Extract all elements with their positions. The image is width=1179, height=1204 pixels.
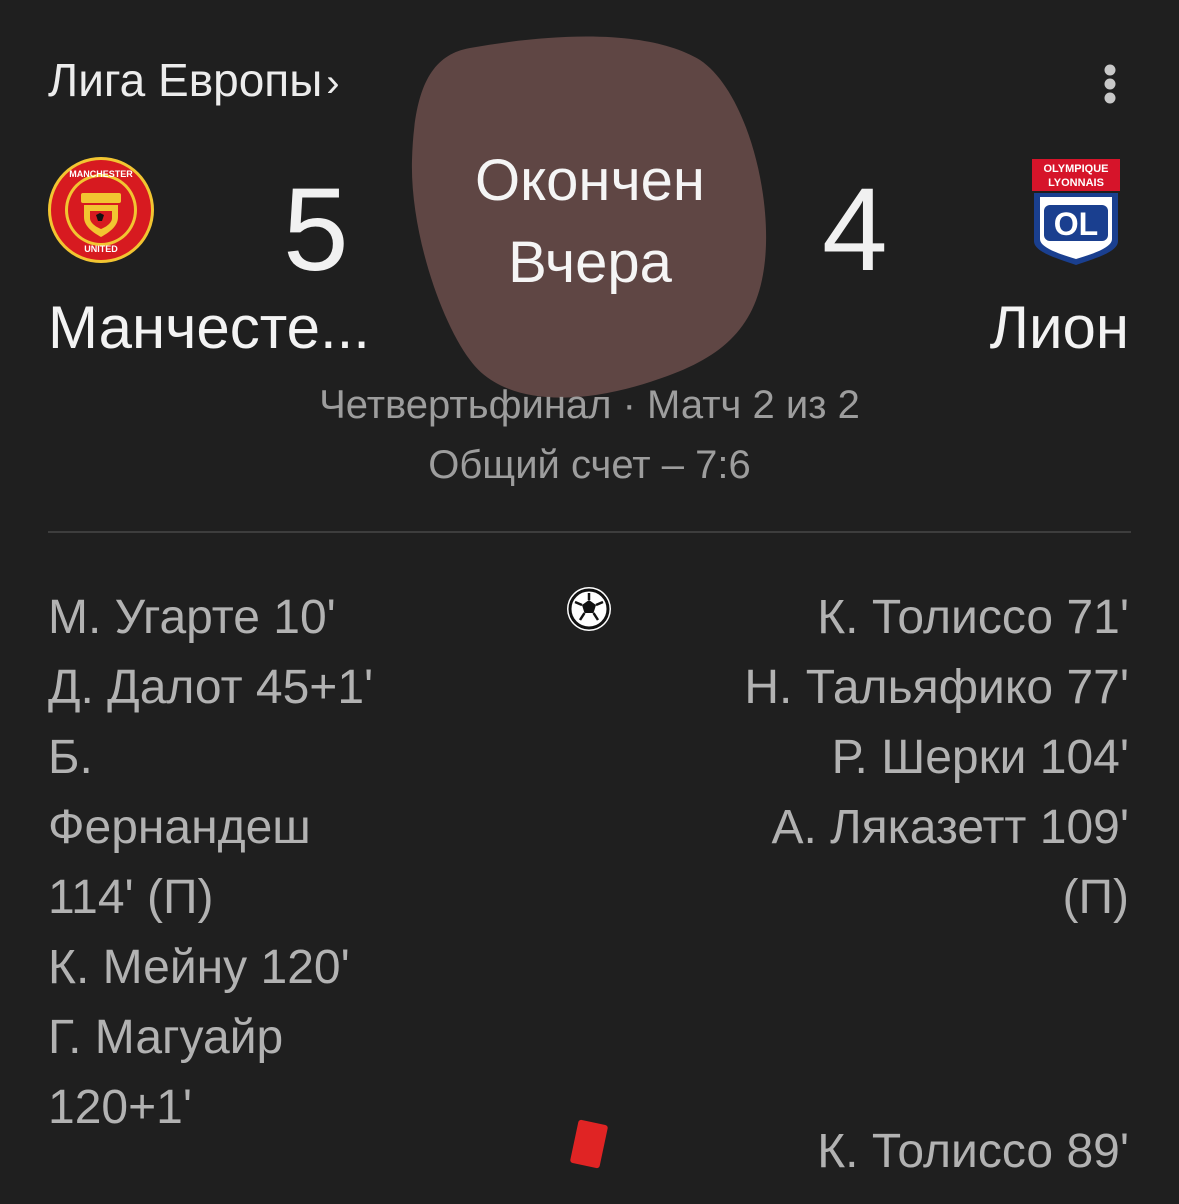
status-label: Окончен xyxy=(475,148,705,213)
crest-home-bottom-text: UNITED xyxy=(84,244,118,254)
league-link[interactable]: Лига Европы › xyxy=(48,50,340,113)
league-name: Лига Европы xyxy=(48,54,323,106)
away-scorer: Н. Тальяфико 77' xyxy=(744,661,1129,714)
home-scorer: Д. Далот 45+1' xyxy=(48,661,374,714)
soccer-ball-icon xyxy=(567,587,611,631)
manchester-united-crest-icon: MANCHESTER UNITED xyxy=(48,157,154,263)
match-status: Окончен Вчера xyxy=(420,140,760,304)
away-scorer: К. Толиссо 71' xyxy=(817,591,1129,644)
chevron-right-icon: › xyxy=(326,61,340,105)
home-team-name[interactable]: Манчесте... xyxy=(48,292,370,364)
match-stage: Четвертьфинал · Матч 2 из 2 xyxy=(319,383,860,427)
olympique-lyonnais-crest-icon: OLYMPIQUE LYONNAIS OL xyxy=(1032,159,1120,265)
away-scorers-list: К. Толиссо 71' Н. Тальяфико 77' Р. Шерки… xyxy=(609,583,1129,933)
home-scorers-list: М. Угарте 10' Д. Далот 45+1' Б. Фернанде… xyxy=(48,583,548,1143)
status-day: Вчера xyxy=(508,230,672,295)
away-scorer: Р. Шерки 104' xyxy=(831,731,1129,784)
red-card-player: К. Толиссо 89' xyxy=(817,1125,1129,1178)
crest-away-top-text: OLYMPIQUE xyxy=(1044,163,1109,175)
crest-away-letters: OL xyxy=(1054,206,1098,242)
red-card-icon xyxy=(570,1119,608,1169)
home-scorer: Б. Фернандеш 114' (П) xyxy=(48,731,311,924)
home-scorer: К. Мейну 120' xyxy=(48,941,350,994)
more-vert-icon[interactable] xyxy=(1088,58,1132,110)
away-score: 4 xyxy=(822,164,888,296)
away-scorer: А. Ляказетт 109' (П) xyxy=(771,801,1129,924)
home-scorer: Г. Магуайр 120+1' xyxy=(48,1011,284,1134)
home-score: 5 xyxy=(283,164,349,296)
home-scorer: М. Угарте 10' xyxy=(48,591,336,644)
aggregate-score: Общий счет – 7:6 xyxy=(428,443,751,487)
crest-away-bottom-text: LYONNAIS xyxy=(1048,177,1104,189)
away-team-name[interactable]: Лион xyxy=(990,292,1129,364)
crest-home-top-text: MANCHESTER xyxy=(69,169,133,179)
divider xyxy=(48,531,1131,533)
